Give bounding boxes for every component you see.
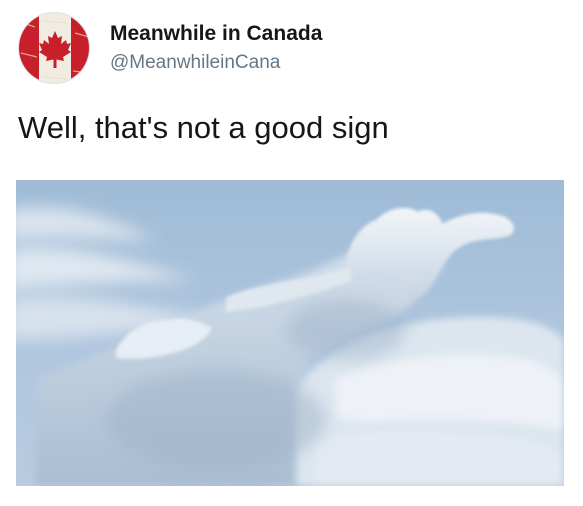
avatar[interactable] bbox=[18, 12, 90, 84]
display-name[interactable]: Meanwhile in Canada bbox=[110, 21, 322, 47]
cloud-photo bbox=[16, 180, 564, 486]
tweet-header: Meanwhile in Canada @MeanwhileinCana bbox=[18, 12, 322, 84]
canada-flag-icon bbox=[19, 13, 89, 83]
tweet-media-photo[interactable] bbox=[16, 180, 564, 486]
user-handle[interactable]: @MeanwhileinCana bbox=[110, 51, 322, 75]
tweet-text: Well, that's not a good sign bbox=[18, 110, 389, 145]
